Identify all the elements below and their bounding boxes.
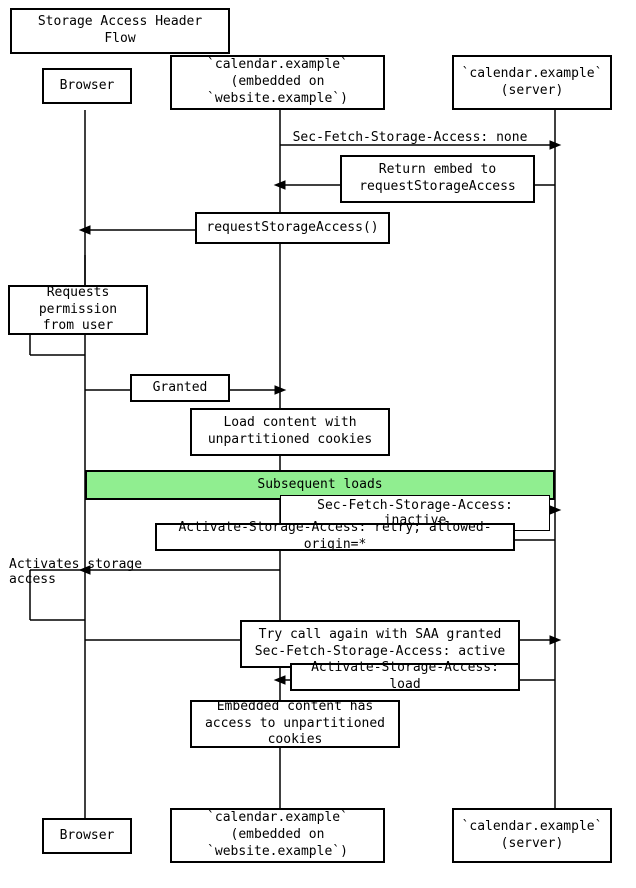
load-content-label: Load content with unpartitioned cookies xyxy=(208,415,372,449)
activate-retry-label: Activate-Storage-Access: retry; allowed-… xyxy=(163,520,507,554)
server-top-box: `calendar.example` (server) xyxy=(452,55,612,110)
embedded-content-box: Embedded content has access to unpartiti… xyxy=(190,700,400,748)
activate-load-box: Activate-Storage-Access: load xyxy=(290,663,520,691)
requests-permission-box: Requests permission from user xyxy=(8,285,148,335)
browser-top-box: Browser xyxy=(42,68,132,104)
browser-bottom-label: Browser xyxy=(60,828,115,845)
activate-load-label: Activate-Storage-Access: load xyxy=(298,660,512,694)
return-embed-label: Return embed to requestStorageAccess xyxy=(359,162,516,196)
embed-top-box: `calendar.example` (embedded on `website… xyxy=(170,55,385,110)
server-top-label: `calendar.example` (server) xyxy=(462,66,603,100)
embed-top-label: `calendar.example` (embedded on `website… xyxy=(178,57,377,108)
browser-bottom-box: Browser xyxy=(42,818,132,854)
granted-label: Granted xyxy=(153,380,208,397)
activate-retry-box: Activate-Storage-Access: retry; allowed-… xyxy=(155,523,515,551)
granted-box: Granted xyxy=(130,374,230,402)
title-label: Storage Access Header Flow xyxy=(38,14,202,46)
embed-bottom-box: `calendar.example` (embedded on `website… xyxy=(170,808,385,863)
try-call-again-label: Try call again with SAA granted Sec-Fetc… xyxy=(255,627,505,661)
embed-bottom-label: `calendar.example` (embedded on `website… xyxy=(178,810,377,861)
load-content-box: Load content with unpartitioned cookies xyxy=(190,408,390,456)
sec-fetch-none-text: Sec-Fetch-Storage-Access: none xyxy=(293,130,528,145)
activates-storage-box: Activates storage access xyxy=(5,555,150,589)
requests-permission-label: Requests permission from user xyxy=(16,285,140,336)
activates-storage-label: Activates storage access xyxy=(9,557,142,587)
embedded-content-label: Embedded content has access to unpartiti… xyxy=(198,699,392,750)
sec-fetch-none-label: Sec-Fetch-Storage-Access: none xyxy=(280,128,540,147)
request-storage-label: requestStorageAccess() xyxy=(206,220,378,237)
diagram-container: Storage Access Header Flow Browser `cale… xyxy=(0,0,636,888)
title-box: Storage Access Header Flow xyxy=(10,8,230,54)
subsequent-loads-label: Subsequent loads xyxy=(257,477,382,494)
return-embed-box: Return embed to requestStorageAccess xyxy=(340,155,535,203)
request-storage-box: requestStorageAccess() xyxy=(195,212,390,244)
server-bottom-box: `calendar.example` (server) xyxy=(452,808,612,863)
server-bottom-label: `calendar.example` (server) xyxy=(462,819,603,853)
browser-top-label: Browser xyxy=(60,78,115,95)
